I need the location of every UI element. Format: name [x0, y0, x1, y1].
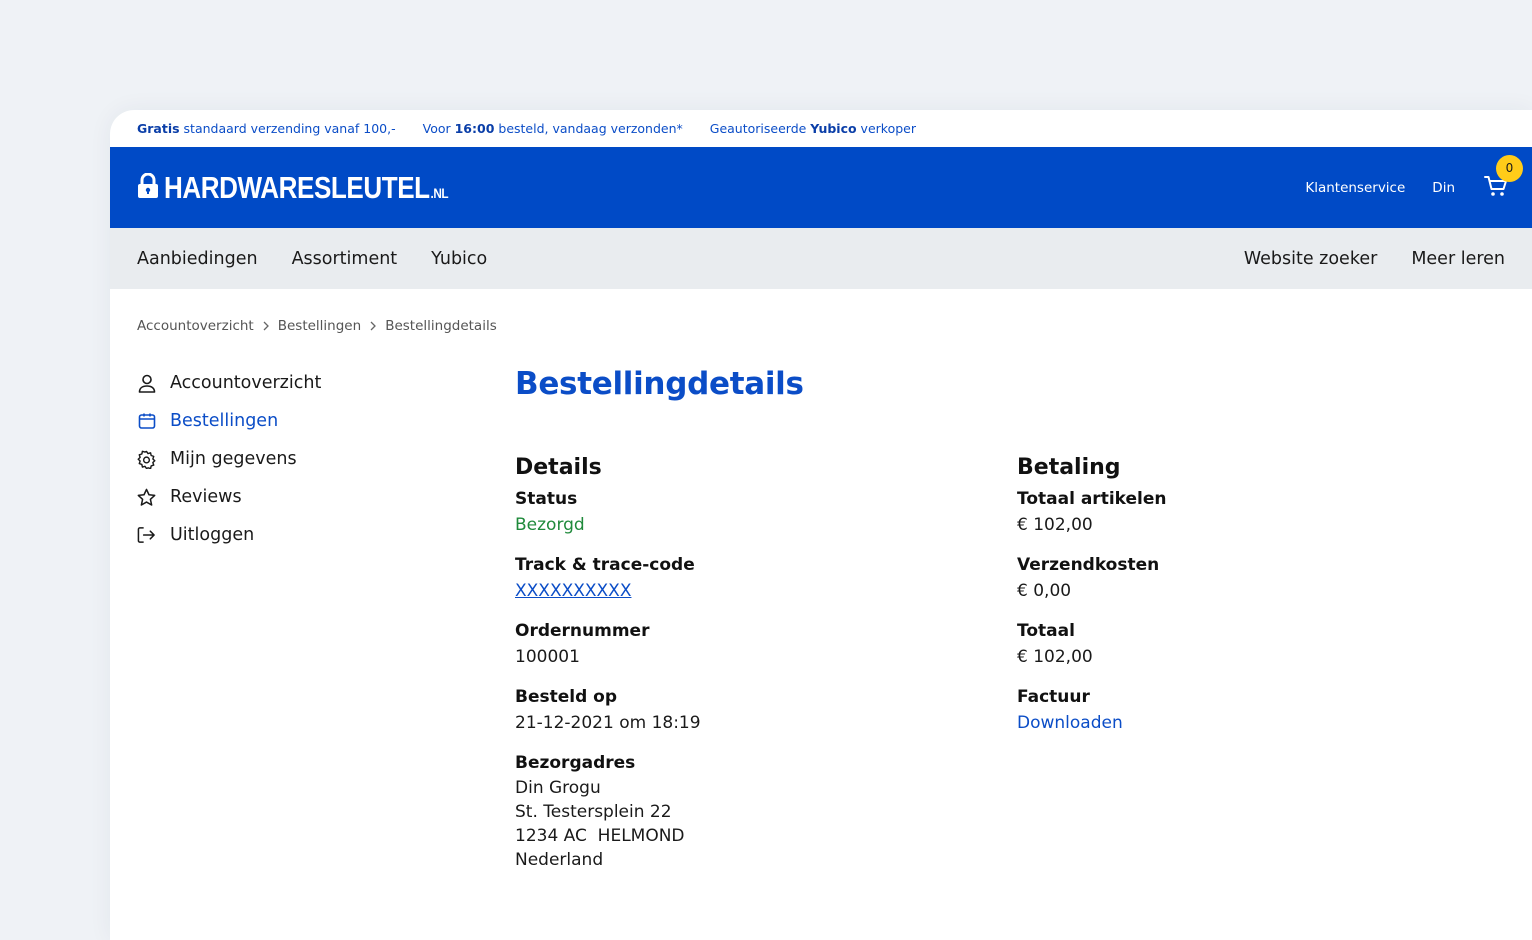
breadcrumb: Accountoverzicht Bestellingen Bestelling… [137, 318, 497, 334]
address-line: Din Grogu [515, 778, 601, 798]
field-value: € 0,00 [1017, 581, 1072, 601]
usp-free-shipping: Gratis standaard verzending vanaf 100,- [137, 121, 396, 136]
invoice-field: Factuur Downloaden [1017, 684, 1166, 736]
payment-heading: Betaling [1017, 455, 1121, 480]
logo-text: HARDWARESLEUTEL .NL [164, 169, 449, 205]
user-icon [137, 374, 156, 393]
status-field: Status Bezorgd [515, 486, 701, 538]
sidemenu-item-uitloggen[interactable]: Uitloggen [137, 516, 321, 554]
breadcrumb-current: Bestellingdetails [385, 318, 497, 334]
shipping-cost-field: Verzendkosten € 0,00 [1017, 552, 1166, 604]
breadcrumb-accountoverzicht[interactable]: Accountoverzicht [137, 318, 254, 334]
sidemenu-item-accountoverzicht[interactable]: Accountoverzicht [137, 364, 321, 402]
sidemenu-item-mijn-gegevens[interactable]: Mijn gegevens [137, 440, 321, 478]
field-label: Status [515, 489, 578, 509]
field-value: 21-12-2021 om 18:19 [515, 713, 701, 733]
address-line: Nederland [515, 850, 604, 870]
cart-button[interactable]: 0 [1482, 154, 1523, 202]
lock-icon [137, 172, 159, 203]
nav-yubico[interactable]: Yubico [431, 249, 487, 269]
field-label: Factuur [1017, 687, 1090, 707]
field-label: Totaal artikelen [1017, 489, 1167, 509]
details-section: Details Status Bezorgd Track & trace-cod… [515, 455, 701, 886]
order-number-field: Ordernummer 100001 [515, 618, 701, 670]
address-line: St. Testersplein 22 [515, 802, 672, 822]
usp-authorized: Geautoriseerde Yubico verkoper [709, 121, 916, 136]
details-heading: Details [515, 455, 602, 480]
nav-assortiment[interactable]: Assortiment [292, 249, 398, 269]
sidemenu-item-reviews[interactable]: Reviews [137, 478, 321, 516]
chevron-right-icon [369, 321, 377, 331]
nav-aanbiedingen[interactable]: Aanbiedingen [137, 249, 258, 269]
address-line: 1234 AC HELMOND [515, 826, 685, 846]
grand-total-field: Totaal € 102,00 [1017, 618, 1166, 670]
main-nav: Aanbiedingen Assortiment Yubico Website … [110, 228, 1532, 289]
field-label: Bezorgadres [515, 753, 636, 773]
account-link[interactable]: Din [1432, 180, 1455, 196]
items-total-field: Totaal artikelen € 102,00 [1017, 486, 1166, 538]
ordered-on-field: Besteld op 21-12-2021 om 18:19 [515, 684, 701, 736]
gear-icon [137, 450, 156, 469]
orders-icon [137, 412, 156, 431]
sidemenu-item-label: Bestellingen [170, 411, 279, 431]
chevron-right-icon [262, 321, 270, 331]
page-title: Bestellingdetails [515, 366, 804, 402]
field-value: € 102,00 [1017, 647, 1093, 667]
browser-window: Gratis standaard verzending vanaf 100,- … [110, 110, 1532, 940]
nav-website-zoeker[interactable]: Website zoeker [1244, 249, 1377, 269]
status-badge: Bezorgd [515, 515, 585, 535]
field-label: Ordernummer [515, 621, 650, 641]
sidemenu-item-label: Mijn gegevens [170, 449, 297, 469]
nav-meer-leren[interactable]: Meer leren [1411, 249, 1505, 269]
sidemenu-item-label: Accountoverzicht [170, 373, 322, 393]
sidemenu-item-bestellingen[interactable]: Bestellingen [137, 402, 321, 440]
field-label: Besteld op [515, 687, 618, 707]
sidemenu-item-label: Reviews [170, 487, 242, 507]
site-header: HARDWARESLEUTEL .NL Klantenservice Din 0 [110, 147, 1532, 228]
logout-icon [137, 526, 156, 545]
invoice-download-link[interactable]: Downloaden [1017, 713, 1123, 733]
track-trace-field: Track & trace-code XXXXXXXXXX [515, 552, 701, 604]
field-value: 100001 [515, 647, 580, 667]
delivery-address-field: Bezorgadres Din Grogu St. Testersplein 2… [515, 750, 701, 872]
star-icon [137, 488, 156, 507]
field-label: Totaal [1017, 621, 1075, 641]
field-label: Track & trace-code [515, 555, 695, 575]
account-sidemenu: Accountoverzicht Bestellingen Mijn gegev… [137, 364, 321, 554]
sidemenu-item-label: Uitloggen [170, 525, 255, 545]
payment-section: Betaling Totaal artikelen € 102,00 Verze… [1017, 455, 1166, 750]
customer-service-link[interactable]: Klantenservice [1305, 180, 1405, 196]
usp-same-day: Voor 16:00 besteld, vandaag verzonden* [422, 121, 683, 136]
site-logo[interactable]: HARDWARESLEUTEL .NL [137, 170, 502, 206]
breadcrumb-bestellingen[interactable]: Bestellingen [278, 318, 361, 334]
cart-count-badge: 0 [1496, 154, 1523, 182]
usp-bar: Gratis standaard verzending vanaf 100,- … [110, 110, 1532, 147]
field-label: Verzendkosten [1017, 555, 1160, 575]
field-value: € 102,00 [1017, 515, 1093, 535]
track-trace-link[interactable]: XXXXXXXXXX [515, 581, 631, 601]
